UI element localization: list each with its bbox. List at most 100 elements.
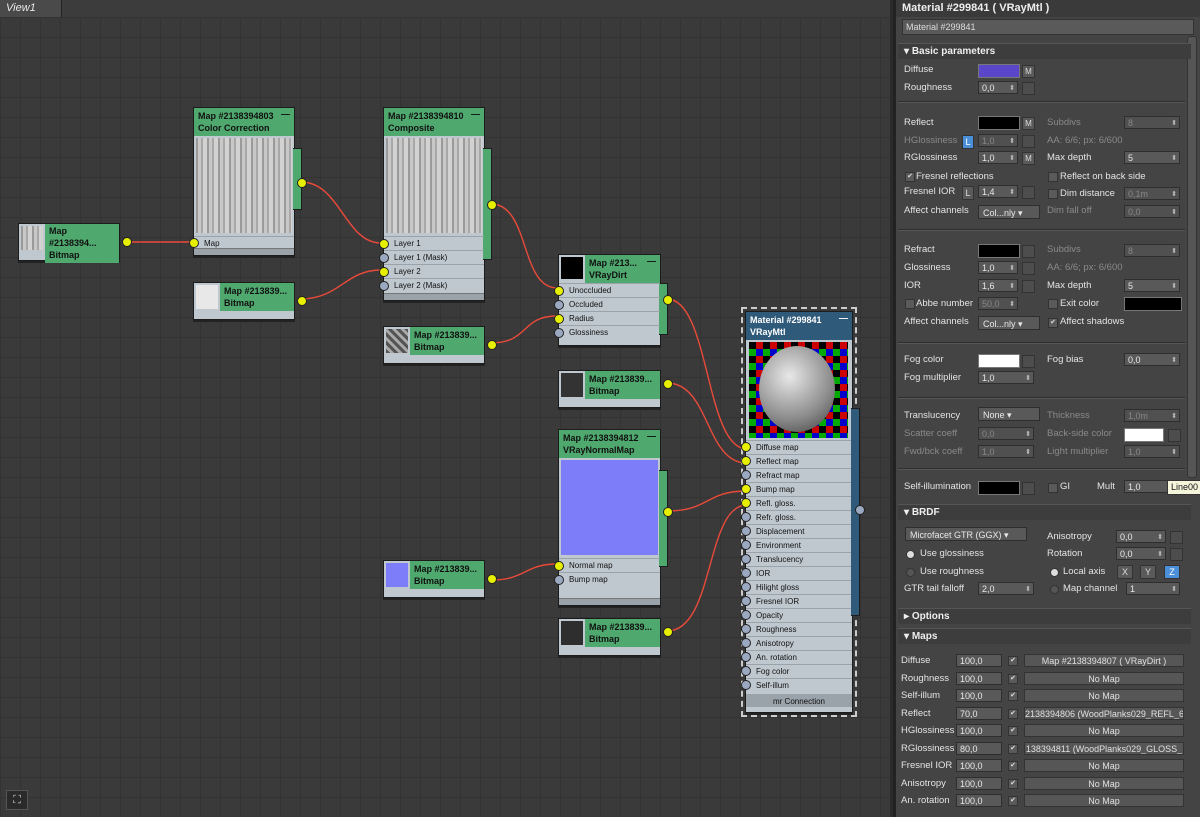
map-row-enable-checkbox[interactable]: ✔ [1008,778,1018,789]
diffuse-swatch[interactable] [978,64,1020,78]
hglossiness-spinner[interactable]: 1,0 ⬍ [978,134,1018,147]
fog-mult-spinner[interactable]: 1,0 ⬍ [978,371,1034,384]
ior-spinner[interactable]: 1,6 ⬍ [978,279,1018,292]
minimize-icon[interactable]: — [471,108,480,120]
axis-y-button[interactable]: Y [1140,565,1156,579]
thickness-spinner[interactable]: 1,0m ⬍ [1124,409,1180,422]
reflect-back-checkbox[interactable] [1048,172,1058,182]
material-input-socket[interactable] [741,596,751,606]
output-socket[interactable] [297,178,307,188]
refract-map-button[interactable] [1022,245,1035,258]
map-row-enable-checkbox[interactable]: ✔ [1008,761,1018,771]
refract-swatch[interactable] [978,244,1020,258]
refract-subdivs-spinner[interactable]: 8 ⬍ [1124,244,1180,257]
material-input-socket[interactable] [741,442,751,452]
node-bitmap-b[interactable]: Map #213839... Bitmap [193,282,307,320]
map-row-slot-button[interactable]: No Map [1024,776,1184,790]
map-row-amount[interactable]: 100,0 [956,724,1002,737]
rollout-options-header[interactable]: ▸ Options [898,608,1191,624]
fresnel-ior-map-button[interactable] [1022,186,1035,199]
output-socket[interactable] [663,627,673,637]
output-socket[interactable] [487,200,497,210]
map-row-amount[interactable]: 100,0 [956,794,1002,807]
axis-x-button[interactable]: X [1117,565,1133,579]
anisotropy-map-button[interactable] [1170,531,1183,544]
input-socket-normal[interactable] [554,561,564,571]
map-channel-radio[interactable] [1050,585,1059,594]
node-canvas[interactable]: Map #2138394... Bitmap Map #2138394803 Col… [0,17,890,817]
mr-connection[interactable]: mr Connection [746,694,852,707]
output-socket[interactable] [122,237,132,247]
minimize-icon[interactable]: — [647,430,656,442]
map-row-slot-button[interactable]: Map #2138394807 ( VRayDirt ) [1024,654,1184,667]
diffuse-map-button[interactable]: M [1022,65,1035,78]
material-input-socket[interactable] [741,512,751,522]
exit-color-checkbox[interactable] [1048,299,1058,309]
rglossiness-spinner[interactable]: 1,0 ⬍ [978,151,1018,164]
rotation-spinner[interactable]: 0,0 ⬍ [1116,547,1166,560]
minimize-icon[interactable]: — [647,255,656,267]
affect-shadows-checkbox[interactable]: ✔ [1048,318,1058,328]
rollout-maps-header[interactable]: ▾ Maps [898,628,1191,644]
material-input-socket[interactable] [741,624,751,634]
map-row-amount[interactable]: 100,0 [956,689,1002,702]
node-vraynormalmap[interactable]: Map #2138394812 VRayNormalMap — Normal map… [554,429,673,606]
map-row-amount[interactable]: 100,0 [956,671,1002,685]
input-socket-radius[interactable] [554,314,564,324]
refract-affect-channels-dropdown[interactable]: Col...nly ▾ [978,316,1040,330]
abbe-checkbox[interactable] [905,299,915,309]
scatter-spinner[interactable]: 0,0 ⬍ [978,427,1034,440]
use-glossiness-radio[interactable] [906,550,915,559]
map-row-slot-button[interactable]: No Map [1024,689,1184,702]
dim-distance-checkbox[interactable] [1048,189,1058,199]
map-row-enable-checkbox[interactable]: ✔ [1008,796,1018,806]
fwdbck-spinner[interactable]: 1,0 ⬍ [978,445,1034,458]
output-socket[interactable] [855,505,865,515]
minimize-icon[interactable]: — [839,312,848,324]
fresnel-checkbox[interactable]: ✔ [905,172,915,182]
gi-checkbox[interactable] [1048,483,1058,493]
node-bitmap-e[interactable]: Map #213839... Bitmap [383,560,497,598]
map-row-enable-checkbox[interactable]: ✔ [1008,708,1018,719]
map-row-enable-checkbox[interactable]: ✔ [1008,743,1018,754]
output-socket[interactable] [487,574,497,584]
input-socket-unoccluded[interactable] [554,286,564,296]
material-input-socket[interactable] [741,638,751,648]
material-input-socket[interactable] [741,554,751,564]
refract-max-depth-spinner[interactable]: 5 ⬍ [1124,279,1180,292]
map-row-slot-button[interactable]: 2138394806 (WoodPlanks029_REFL_6 [1024,706,1184,720]
exit-color-swatch[interactable] [1124,297,1182,311]
input-socket-layer2-mask[interactable] [379,281,389,291]
fresnel-ior-lock[interactable]: L [962,186,974,200]
gtr-spinner[interactable]: 2,0 ⬍ [978,582,1034,595]
translucency-dropdown[interactable]: None ▾ [978,407,1040,421]
output-socket[interactable] [487,340,497,350]
use-roughness-radio[interactable] [906,568,915,577]
map-row-slot-button[interactable]: No Map [1024,759,1184,772]
map-row-amount[interactable]: 100,0 [956,654,1002,667]
glossiness-spinner[interactable]: 1,0 ⬍ [978,261,1018,274]
material-input-socket[interactable] [741,582,751,592]
navigation-icon[interactable]: ⛶ [6,790,28,810]
node-vraymtl[interactable]: Material #299841 VRayMtl — Diffuse map Refl… [741,307,865,717]
node-vraydirt[interactable]: Map #213... VRayDirt — Unoccluded Occluded… [554,254,673,346]
minimize-icon[interactable]: — [281,108,290,120]
rollout-basic-header[interactable]: ▾ Basic parameters [898,43,1191,59]
backside-swatch[interactable] [1124,428,1164,442]
reflect-map-button[interactable]: M [1022,117,1035,130]
map-row-amount[interactable]: 100,0 [956,776,1002,790]
material-input-socket[interactable] [741,484,751,494]
reflect-swatch[interactable] [978,116,1020,130]
roughness-spinner[interactable]: 0,0 ⬍ [978,81,1018,94]
self-illum-swatch[interactable] [978,481,1020,495]
roughness-map-button[interactable] [1022,82,1035,95]
node-bitmap-c[interactable]: Map #213839... Bitmap [383,326,497,364]
affect-channels-dropdown[interactable]: Col...nly ▾ [978,205,1040,219]
map-row-slot-button[interactable]: No Map [1024,724,1184,737]
material-input-socket[interactable] [741,680,751,690]
input-socket-occluded[interactable] [554,300,564,310]
anisotropy-spinner[interactable]: 0,0 ⬍ [1116,530,1166,543]
material-input-socket[interactable] [741,498,751,508]
abbe-spinner[interactable]: 50,0 ⬍ [978,297,1018,310]
fog-bias-spinner[interactable]: 0,0 ⬍ [1124,353,1180,366]
